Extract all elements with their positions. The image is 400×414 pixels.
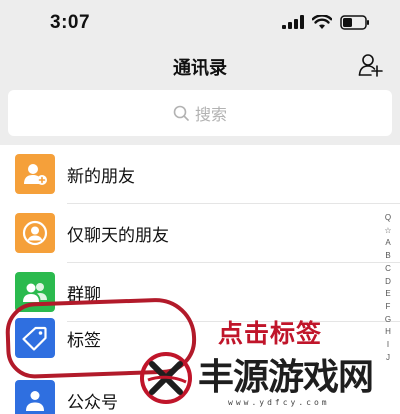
- list-item-label: 标签: [67, 330, 101, 350]
- watermark-url: www.ydfcy.com: [228, 398, 330, 407]
- new-friend-icon: [15, 154, 55, 194]
- chat-only-friend-icon: [15, 213, 55, 253]
- tag-icon: [15, 318, 55, 358]
- list-item-label: 新的朋友: [67, 166, 135, 186]
- search-placeholder: 搜索: [194, 107, 227, 124]
- list-item-tags[interactable]: 标签: [0, 309, 400, 367]
- index-letter[interactable]: ☆: [384, 225, 391, 238]
- signal-icon: [282, 15, 304, 29]
- contacts-function-list: 新的朋友 仅聊天的朋友 群聊 标签 公众号: [0, 145, 400, 414]
- official-account-icon: [15, 380, 55, 414]
- index-letter[interactable]: J: [386, 352, 390, 365]
- group-chat-icon: [15, 272, 55, 312]
- add-friend-button[interactable]: [358, 52, 384, 78]
- annotation-caption: 点击标签: [218, 319, 323, 348]
- alphabet-index-bar[interactable]: Q ☆ A B C D E F G H I J: [382, 212, 394, 364]
- list-item-chat-only-friends[interactable]: 仅聊天的朋友: [0, 204, 400, 262]
- index-letter[interactable]: A: [385, 237, 390, 250]
- search-icon: [173, 105, 189, 121]
- index-letter[interactable]: D: [385, 276, 391, 289]
- index-letter[interactable]: F: [386, 301, 391, 314]
- list-item-label: 仅聊天的朋友: [67, 225, 169, 245]
- page-title: 通讯录: [173, 58, 227, 78]
- index-letter[interactable]: I: [387, 339, 389, 352]
- list-item-label: 群聊: [67, 284, 101, 304]
- index-letter[interactable]: G: [385, 314, 391, 327]
- status-icons: [282, 14, 370, 30]
- status-time: 3:07: [50, 12, 91, 33]
- status-bar: 3:07: [0, 0, 400, 44]
- wifi-icon: [312, 14, 332, 29]
- index-letter[interactable]: H: [385, 326, 391, 339]
- index-letter[interactable]: B: [385, 250, 390, 263]
- list-item-label: 公众号: [67, 392, 118, 412]
- add-friend-icon: [358, 54, 383, 77]
- index-letter[interactable]: C: [385, 263, 391, 276]
- index-letter[interactable]: E: [385, 288, 390, 301]
- list-item-official-accounts[interactable]: 公众号: [0, 371, 400, 414]
- list-item-new-friends[interactable]: 新的朋友: [0, 145, 400, 203]
- index-letter[interactable]: Q: [385, 212, 391, 225]
- search-input[interactable]: 搜索: [8, 90, 392, 136]
- nav-bar: 通讯录: [0, 44, 400, 86]
- battery-icon: [340, 14, 369, 30]
